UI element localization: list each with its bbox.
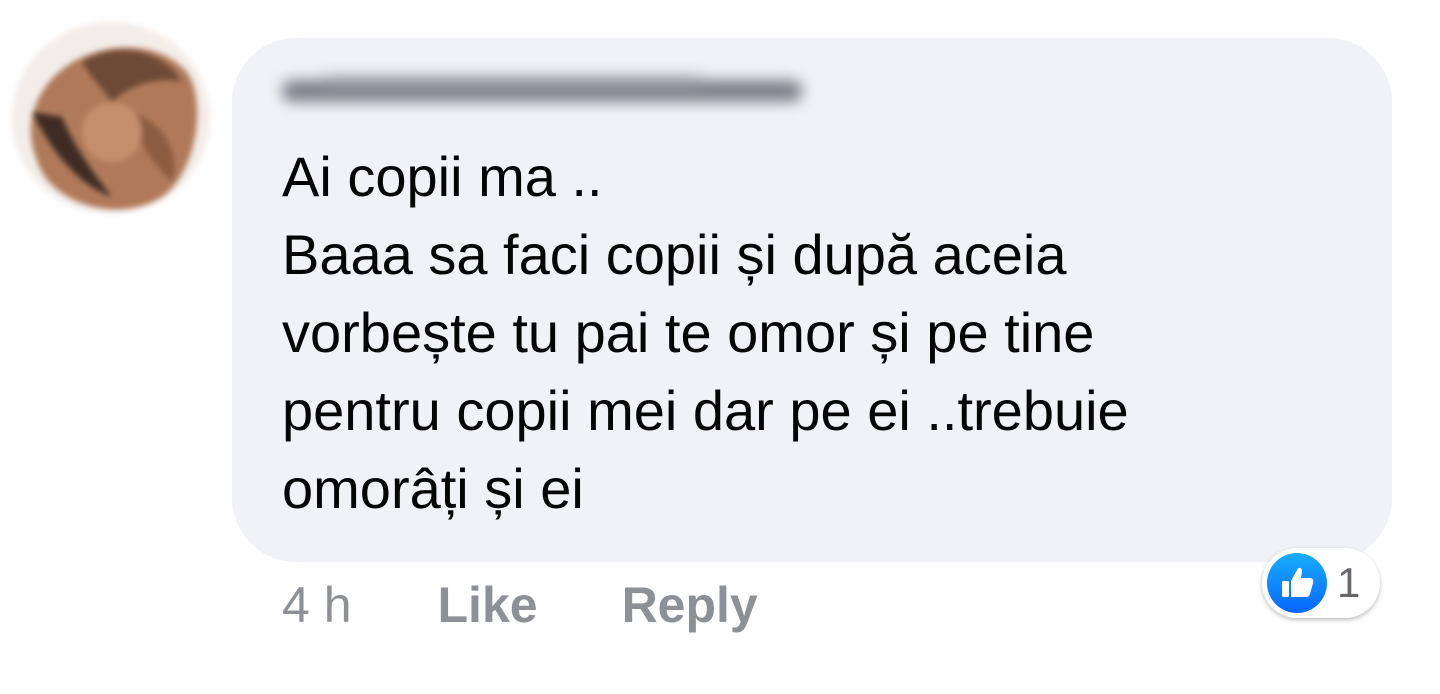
reply-button[interactable]: Reply xyxy=(622,576,758,634)
avatar[interactable] xyxy=(12,22,210,214)
author-name-redacted[interactable] xyxy=(262,68,842,114)
reaction-count: 1 xyxy=(1337,559,1361,606)
like-button[interactable]: Like xyxy=(438,576,538,634)
comment-bubble: Ai copii ma .. Baaa sa faci copii și dup… xyxy=(232,38,1392,562)
comment-text: Ai copii ma .. Baaa sa faci copii și dup… xyxy=(282,145,1129,520)
comment-actions: 4 h Like Reply xyxy=(282,570,758,640)
reaction-summary[interactable]: 1 xyxy=(1262,548,1380,618)
comment: Ai copii ma .. Baaa sa faci copii și dup… xyxy=(0,0,1440,694)
timestamp[interactable]: 4 h xyxy=(282,576,352,634)
thumbs-up-icon xyxy=(1267,553,1327,613)
